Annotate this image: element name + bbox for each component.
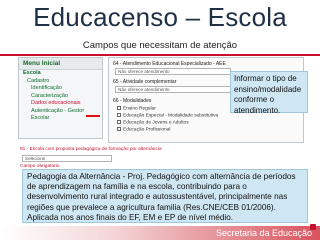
checkbox-educacao-especial[interactable]: Educação Especial - Modalidade substitut… — [117, 113, 218, 120]
side-menu: Menu Inicial Escola Cadastro Identificaç… — [18, 57, 103, 139]
select-alternancia[interactable]: Selecione — [22, 155, 112, 162]
highlight-arrow — [86, 115, 100, 117]
menu-item-identificacao[interactable]: Identificação — [19, 85, 102, 93]
divider — [0, 54, 320, 56]
menu-item-dados-educacionais[interactable]: Dados educacionais — [19, 100, 102, 108]
checkbox-ensino-regular[interactable]: Ensino Regular — [117, 106, 156, 113]
menu-item-caracterizacao[interactable]: Caracterização — [19, 93, 102, 101]
checkbox-icon — [117, 106, 121, 110]
menu-header[interactable]: Menu Inicial — [19, 58, 102, 70]
checkbox-eja[interactable]: Educação de Jovens e Adultos — [117, 120, 189, 127]
slide-subtitle: Campos que necessitam de atenção — [82, 40, 238, 51]
field-label-aee: 64 - Atendimento Educacional Especializa… — [113, 61, 226, 67]
checkbox-educacao-profissional[interactable]: Educação Profissional — [117, 127, 170, 134]
checkbox-icon — [117, 127, 121, 131]
field-label-alternancia: 81 - Escola com proposta pedagógica de f… — [20, 147, 162, 152]
field-label-atividade: 65 - Atividade complementar — [113, 79, 177, 85]
logo-icon — [310, 224, 316, 230]
checkbox-icon — [117, 113, 121, 117]
footer-text: Secretaria da Educação — [215, 228, 312, 238]
menu-item-escola[interactable]: Escola — [19, 70, 102, 78]
menu-item-cadastro[interactable]: Cadastro — [19, 78, 102, 86]
select-aee[interactable]: Não oferece atendimento — [115, 68, 231, 75]
slide-title: Educacenso – Escola — [33, 2, 287, 32]
description-box: Pedagogia da Alternância - Proj. Pedagóg… — [22, 169, 308, 223]
field-label-modalidades: 66 - Modalidades — [113, 98, 152, 104]
select-atividade[interactable]: Não oferece atendimento — [115, 86, 231, 93]
checkbox-icon — [117, 120, 121, 124]
callout-note: Informar o tipo de ensino/modalidade con… — [230, 71, 308, 115]
